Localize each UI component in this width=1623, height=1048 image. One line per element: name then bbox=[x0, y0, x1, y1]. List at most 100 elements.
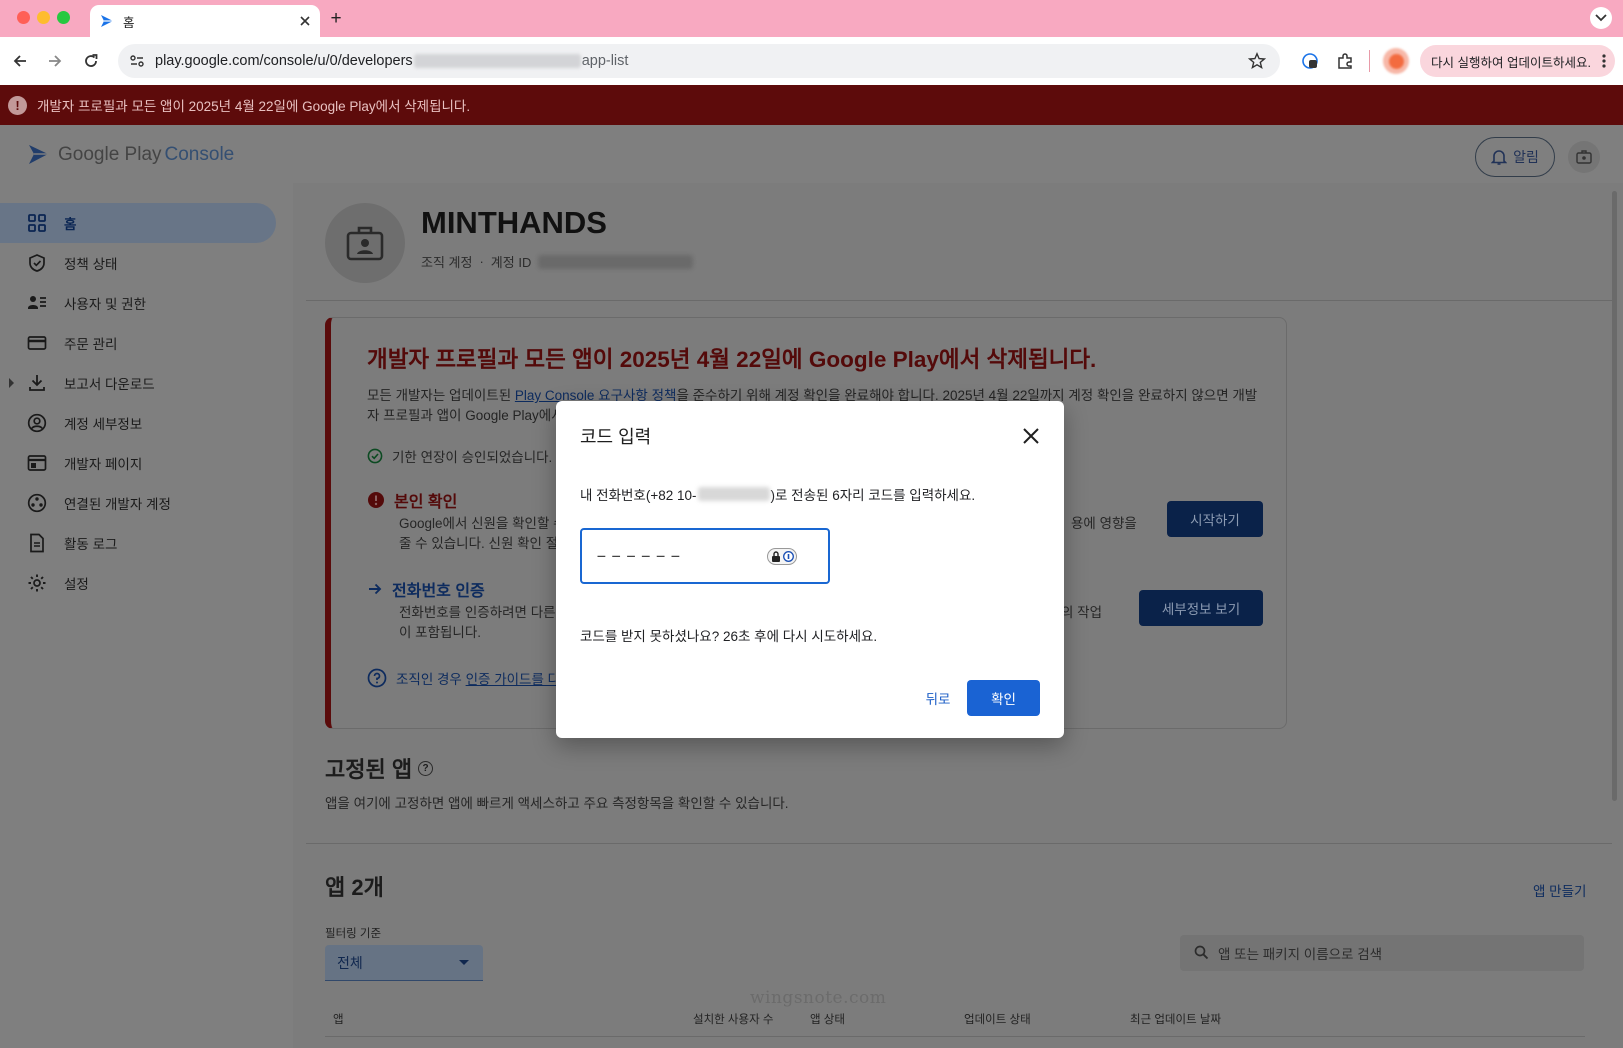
dropdown-arrow-icon bbox=[459, 960, 469, 965]
bookmark-star-icon[interactable] bbox=[1248, 52, 1266, 70]
update-label: 다시 실행하여 업데이트하세요. bbox=[1431, 55, 1591, 70]
banner-text: 개발자 프로필과 모든 앱이 2025년 4월 22일에 Google Play… bbox=[37, 99, 471, 114]
credit-card-icon bbox=[27, 333, 47, 353]
expand-caret-icon[interactable] bbox=[9, 378, 14, 388]
identity-title-row: 본인 확인 bbox=[367, 488, 457, 512]
sidebar-item-orders[interactable]: 주문 관리 bbox=[0, 323, 290, 363]
sidebar-item-label: 홈 bbox=[64, 217, 77, 232]
start-button[interactable]: 시작하기 bbox=[1167, 501, 1263, 537]
back-button[interactable]: 뒤로 bbox=[908, 680, 968, 716]
toolbar-divider bbox=[1369, 50, 1370, 72]
phone-title: 전화번호 인증 bbox=[392, 583, 485, 600]
confirm-button[interactable]: 확인 bbox=[967, 680, 1040, 716]
identity-title: 본인 확인 bbox=[394, 494, 458, 511]
account-circle-icon bbox=[27, 413, 47, 433]
back-arrow-icon[interactable] bbox=[8, 49, 32, 73]
page-scrollbar[interactable] bbox=[1612, 191, 1617, 801]
watermark-text: wingsnote.com bbox=[750, 988, 887, 1008]
column-header-installs[interactable]: 설치한 사용자 수 bbox=[693, 1011, 773, 1027]
check-circle-icon bbox=[367, 448, 383, 464]
dialog-title: 코드 입력 bbox=[580, 427, 652, 447]
sidebar-item-home[interactable]: 홈 bbox=[0, 203, 276, 243]
profile-avatar[interactable] bbox=[1383, 48, 1409, 74]
column-header-app[interactable]: 앱 bbox=[333, 1011, 344, 1027]
sidebar-item-activity-log[interactable]: 활동 로그 bbox=[0, 523, 290, 563]
sidebar-item-label: 연결된 개발자 계정 bbox=[64, 497, 171, 512]
account-badge-icon[interactable] bbox=[1568, 141, 1600, 173]
verification-code-input[interactable] bbox=[596, 542, 756, 572]
desc-post: )로 전송된 6자리 코드를 입력하세요. bbox=[770, 488, 976, 503]
notifications-label: 알림 bbox=[1513, 149, 1539, 165]
identity-line1: Google에서 신원을 확인할 수 bbox=[399, 516, 566, 531]
filter-value: 전체 bbox=[337, 954, 363, 971]
view-details-button[interactable]: 세부정보 보기 bbox=[1139, 590, 1263, 626]
site-settings-icon[interactable] bbox=[129, 53, 145, 69]
column-header-last-updated[interactable]: 최근 업데이트 날짜 bbox=[1130, 1011, 1221, 1027]
sidebar-item-developer-page[interactable]: 개발자 페이지 bbox=[0, 443, 290, 483]
browser-toolbar: play.google.com/console/u/0/developers a… bbox=[0, 37, 1623, 85]
help-icon[interactable]: ? bbox=[418, 760, 434, 776]
phone-title-row[interactable]: 전화번호 인증 bbox=[367, 577, 485, 601]
sidebar-item-settings[interactable]: 설정 bbox=[0, 563, 290, 603]
reload-icon[interactable] bbox=[79, 49, 103, 73]
maximize-window-button[interactable] bbox=[57, 11, 70, 24]
bell-icon bbox=[1491, 148, 1508, 166]
password-manager-key-icon[interactable] bbox=[767, 548, 797, 565]
new-tab-button[interactable]: + bbox=[325, 8, 347, 30]
identity-line1-tail: 용에 영향을 bbox=[1071, 516, 1137, 531]
sidebar-item-reports[interactable]: 보고서 다운로드 bbox=[0, 363, 290, 403]
sidebar-item-users[interactable]: 사용자 및 권한 bbox=[0, 283, 290, 323]
phone-line1-tail: 의 작업 bbox=[1061, 605, 1103, 620]
table-divider bbox=[325, 1036, 1585, 1037]
browser-tab-bar: 홈 + bbox=[0, 0, 1623, 37]
filter-select[interactable]: 전체 bbox=[325, 945, 483, 981]
tab-search-chevron-icon[interactable] bbox=[1590, 7, 1612, 29]
meta-separator: · bbox=[479, 254, 484, 269]
password-manager-icon[interactable] bbox=[1298, 49, 1322, 73]
play-console-logo-icon bbox=[27, 143, 51, 167]
forward-arrow-icon[interactable] bbox=[43, 49, 67, 73]
account-type: 조직 계정 bbox=[421, 255, 473, 270]
code-input-field[interactable] bbox=[580, 528, 830, 584]
play-console-favicon-icon bbox=[99, 13, 115, 29]
close-icon[interactable] bbox=[1022, 427, 1040, 445]
sidebar-item-policy-status[interactable]: 정책 상태 bbox=[0, 243, 290, 283]
divider bbox=[306, 843, 1612, 844]
guide-link[interactable]: 인증 가이드를 다 bbox=[466, 672, 560, 687]
phone-line2: 이 포함됩니다. bbox=[399, 625, 482, 640]
phone-number-redacted bbox=[697, 487, 770, 501]
account-avatar bbox=[325, 203, 405, 283]
column-header-update-status[interactable]: 업데이트 상태 bbox=[964, 1011, 1031, 1027]
play-console-logo[interactable]: Google Play Console bbox=[27, 143, 234, 167]
sidebar-item-label: 보고서 다운로드 bbox=[64, 377, 155, 392]
extensions-puzzle-icon[interactable] bbox=[1333, 49, 1357, 73]
close-tab-icon[interactable] bbox=[299, 15, 311, 27]
minimize-window-button[interactable] bbox=[37, 11, 50, 24]
apps-title: 앱 2개 bbox=[325, 875, 384, 900]
shield-icon bbox=[27, 253, 47, 273]
linked-accounts-icon bbox=[27, 493, 47, 513]
create-app-link[interactable]: 앱 만들기 bbox=[1533, 880, 1586, 900]
sidebar-item-account-details[interactable]: 계정 세부정보 bbox=[0, 403, 290, 443]
column-header-app-status[interactable]: 앱 상태 bbox=[810, 1011, 845, 1027]
notifications-button[interactable]: 알림 bbox=[1475, 137, 1555, 177]
sidebar-item-label: 활동 로그 bbox=[64, 537, 118, 552]
sidebar-item-linked-accounts[interactable]: 연결된 개발자 계정 bbox=[0, 483, 290, 523]
extension-text: 기한 연장이 승인되었습니다. bbox=[392, 450, 553, 465]
browser-menu-icon[interactable] bbox=[1602, 54, 1606, 68]
deletion-banner: ! 개발자 프로필과 모든 앱이 2025년 4월 22일에 Google Pl… bbox=[0, 85, 1623, 125]
account-id-redacted bbox=[538, 254, 694, 269]
error-circle-icon bbox=[367, 491, 385, 509]
download-icon bbox=[27, 373, 47, 393]
update-button[interactable]: 다시 실행하여 업데이트하세요. bbox=[1420, 45, 1615, 77]
close-window-button[interactable] bbox=[17, 11, 30, 24]
app-search-input[interactable]: 앱 또는 패키지 이름으로 검색 bbox=[1180, 935, 1584, 971]
arrow-right-icon bbox=[367, 581, 383, 597]
address-bar[interactable]: play.google.com/console/u/0/developers a… bbox=[118, 44, 1280, 78]
tab-title: 홈 bbox=[123, 15, 135, 30]
sidebar: 홈 정책 상태 사용자 및 권한 주문 관리 보고서 다운로드 계정 세부정보 … bbox=[0, 203, 290, 603]
extension-row: 기한 연장이 승인되었습니다. bbox=[367, 446, 552, 466]
account-meta: 조직 계정 · 계정 ID bbox=[421, 252, 694, 271]
account-name: MINTHANDS bbox=[421, 205, 607, 240]
browser-tab[interactable]: 홈 bbox=[90, 5, 320, 37]
